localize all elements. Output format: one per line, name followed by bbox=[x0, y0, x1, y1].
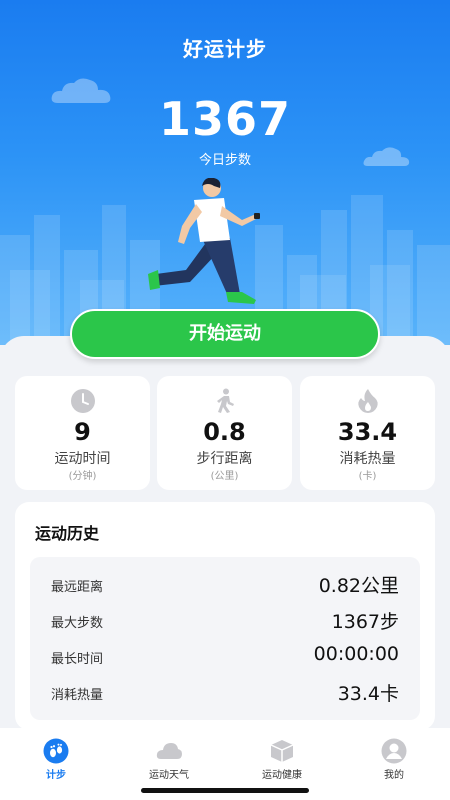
history-row-value: 33.4卡 bbox=[337, 683, 399, 705]
footprints-icon bbox=[43, 738, 69, 764]
stat-card-calories: 33.4 消耗热量 (卡) bbox=[300, 376, 435, 490]
stat-card-exercise-time: 9 运动时间 (分钟) bbox=[15, 376, 150, 490]
stat-label: 消耗热量 bbox=[339, 451, 396, 467]
history-row-label: 最长时间 bbox=[51, 652, 104, 667]
history-row-max-steps: 最大步数 1367步 bbox=[30, 602, 420, 638]
stat-value: 9 bbox=[74, 418, 91, 446]
exercise-history-card: 运动历史 最远距离 0.82公里 最大步数 1367步 最长时间 00:00:0… bbox=[15, 502, 435, 730]
today-steps-value: 1367 bbox=[158, 92, 292, 146]
history-list: 最远距离 0.82公里 最大步数 1367步 最长时间 00:00:00 消耗热… bbox=[30, 557, 420, 720]
tab-exercise-weather[interactable]: 运动天气 bbox=[113, 738, 225, 781]
history-row-value: 0.82公里 bbox=[318, 575, 399, 597]
history-row-longest-time: 最长时间 00:00:00 bbox=[30, 638, 420, 674]
stat-unit: (公里) bbox=[210, 471, 239, 482]
stat-label: 运动时间 bbox=[54, 451, 111, 467]
history-row-farthest-distance: 最远距离 0.82公里 bbox=[30, 566, 420, 602]
clock-icon bbox=[70, 389, 95, 413]
start-exercise-button[interactable]: 开始运动 bbox=[70, 309, 380, 359]
cloud-icon bbox=[156, 743, 182, 759]
hero-banner: 好运计步 1367 今日步数 bbox=[0, 0, 450, 345]
history-row-label: 消耗热量 bbox=[51, 688, 104, 703]
home-indicator[interactable] bbox=[141, 788, 309, 793]
stat-label: 步行距离 bbox=[196, 451, 253, 467]
cube-icon bbox=[270, 740, 294, 762]
history-row-label: 最远距离 bbox=[51, 580, 104, 595]
stat-value: 33.4 bbox=[337, 418, 398, 446]
flame-icon bbox=[357, 389, 378, 413]
profile-icon bbox=[381, 738, 407, 764]
tab-profile[interactable]: 我的 bbox=[338, 738, 450, 781]
stat-value: 0.8 bbox=[203, 418, 246, 446]
app-title: 好运计步 bbox=[183, 37, 267, 61]
runner-illustration bbox=[148, 178, 260, 304]
history-title: 运动历史 bbox=[35, 524, 100, 543]
walking-icon bbox=[216, 388, 234, 413]
history-row-value: 1367步 bbox=[331, 611, 399, 633]
history-row-label: 最大步数 bbox=[51, 616, 104, 631]
tab-label: 计步 bbox=[46, 770, 66, 781]
today-steps-label: 今日步数 bbox=[198, 153, 251, 168]
stat-unit: (分钟) bbox=[68, 471, 97, 482]
history-row-calories: 消耗热量 33.4卡 bbox=[30, 674, 420, 710]
tab-label: 运动天气 bbox=[149, 770, 189, 781]
tab-label: 运动健康 bbox=[262, 770, 302, 781]
tab-exercise-health[interactable]: 运动健康 bbox=[226, 738, 338, 781]
tab-label: 我的 bbox=[384, 770, 404, 781]
stat-unit: (卡) bbox=[358, 471, 377, 482]
tab-pedometer[interactable]: 计步 bbox=[0, 738, 112, 781]
stat-card-walk-distance: 0.8 步行距离 (公里) bbox=[157, 376, 292, 490]
history-row-value: 00:00:00 bbox=[313, 643, 399, 665]
